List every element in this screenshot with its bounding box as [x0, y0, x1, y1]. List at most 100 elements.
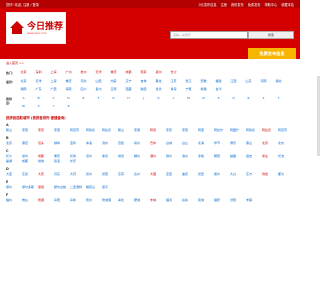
filter-link[interactable]: 安徽: [196, 78, 211, 86]
city-link[interactable]: 巴中: [150, 141, 166, 146]
filter-link[interactable]: 重庆: [61, 78, 76, 86]
city-link[interactable]: 北京: [262, 141, 278, 146]
filter-link[interactable]: 广东: [31, 86, 46, 94]
topbar-link[interactable]: 0元发布信息: [199, 2, 217, 7]
filter-link[interactable]: 甘肃: [151, 86, 166, 94]
city-link[interactable]: 德宏: [198, 172, 214, 177]
city-link[interactable]: 安庆: [38, 128, 54, 133]
city-link[interactable]: 阿拉善: [262, 128, 278, 133]
city-link[interactable]: 楚雄: [230, 154, 246, 159]
city-link[interactable]: 东方: [246, 172, 262, 177]
city-link[interactable]: 毕节: [214, 141, 230, 146]
city-link[interactable]: 阜新: [70, 198, 86, 203]
city-link[interactable]: 德阳: [102, 172, 118, 177]
city-link[interactable]: 恩施: [38, 185, 54, 190]
city-link[interactable]: 福州: [6, 198, 22, 203]
city-link[interactable]: 迪庆: [182, 172, 198, 177]
filter-link[interactable]: E: [76, 95, 91, 103]
filter-link[interactable]: 湖南: [16, 86, 31, 94]
city-link[interactable]: 巢湖: [6, 159, 22, 164]
city-link[interactable]: 德州: [86, 172, 102, 177]
city-link[interactable]: 亳州: [134, 141, 150, 146]
city-link[interactable]: 丰城: [150, 198, 166, 203]
city-link[interactable]: 安顺: [134, 128, 150, 133]
city-link[interactable]: 恩平: [102, 185, 118, 190]
city-link[interactable]: 保山: [246, 141, 262, 146]
filter-link[interactable]: 杭州: [76, 69, 91, 77]
city-link[interactable]: 儋州: [214, 172, 230, 177]
filter-link[interactable]: N: [196, 95, 211, 103]
city-link[interactable]: 丰镇: [246, 198, 262, 203]
filter-link[interactable]: 吉林: [136, 78, 151, 86]
city-link[interactable]: 北海: [198, 141, 214, 146]
filter-link[interactable]: 宁夏: [181, 86, 196, 94]
city-link[interactable]: 百色: [118, 141, 134, 146]
city-link[interactable]: 阿勒泰: [246, 128, 262, 133]
topbar-link[interactable]: 收藏本站: [281, 2, 294, 7]
city-link[interactable]: 抚顺: [38, 198, 54, 203]
city-link[interactable]: 扶余: [182, 198, 198, 203]
filter-link[interactable]: 台湾: [211, 86, 226, 94]
city-link[interactable]: 大理: [150, 172, 166, 177]
city-link[interactable]: 二连浩特: [70, 185, 86, 190]
city-link[interactable]: 安阳: [22, 128, 38, 133]
city-link[interactable]: 定西: [166, 172, 182, 177]
city-link[interactable]: 鄂州: [6, 185, 22, 190]
filter-link[interactable]: 天津: [91, 69, 106, 77]
filter-link[interactable]: J: [136, 95, 151, 103]
city-link[interactable]: 承德: [102, 154, 118, 159]
filter-link[interactable]: 新疆: [196, 86, 211, 94]
city-link[interactable]: 郴州: [134, 154, 150, 159]
city-link[interactable]: 鄂尔多斯: [22, 185, 38, 190]
filter-link[interactable]: 上海: [46, 69, 61, 77]
city-link[interactable]: 防城港: [102, 198, 118, 203]
city-link[interactable]: 阿图什: [230, 128, 246, 133]
filter-link[interactable]: 西藏: [121, 86, 136, 94]
city-link[interactable]: 慈溪: [54, 159, 70, 164]
city-link[interactable]: 大连: [6, 172, 22, 177]
filter-link[interactable]: 上海: [46, 78, 61, 86]
city-link[interactable]: 长乐: [70, 159, 86, 164]
filter-link[interactable]: 天津: [31, 78, 46, 86]
filter-link[interactable]: 云南: [106, 86, 121, 94]
filter-link[interactable]: P: [211, 95, 226, 103]
city-link[interactable]: 阿拉尔: [214, 128, 230, 133]
city-link[interactable]: 额尔古纳: [54, 185, 70, 190]
city-link[interactable]: 奉化: [118, 198, 134, 203]
filter-link[interactable]: 深圳: [31, 69, 46, 77]
city-link[interactable]: 汾阳: [230, 198, 246, 203]
city-link[interactable]: 肥城: [134, 198, 150, 203]
filter-link[interactable]: 四川: [76, 86, 91, 94]
filter-link[interactable]: 江苏: [166, 78, 181, 86]
filter-link[interactable]: H: [121, 95, 136, 103]
filter-link[interactable]: W: [16, 103, 31, 111]
city-link[interactable]: 鞍山: [6, 128, 22, 133]
search-button[interactable]: 搜索: [248, 31, 294, 39]
filter-link[interactable]: A: [16, 95, 31, 103]
welcome-text[interactable]: 您好! 欢迎, 注册 / 登录: [6, 2, 39, 7]
filter-link[interactable]: 郑州: [151, 69, 166, 77]
city-link[interactable]: 凤城: [198, 198, 214, 203]
filter-link[interactable]: 河南: [256, 78, 271, 86]
filter-link[interactable]: 海南: [61, 86, 76, 94]
filter-link[interactable]: Y: [46, 103, 61, 111]
city-link[interactable]: 白山: [182, 141, 198, 146]
city-link[interactable]: 达州: [134, 172, 150, 177]
city-link[interactable]: 抚州: [86, 198, 102, 203]
city-link[interactable]: 白城: [166, 141, 182, 146]
city-link[interactable]: 阿坝: [150, 128, 166, 133]
city-link[interactable]: 宝鸡: [70, 141, 86, 146]
topbar-link[interactable]: 我的发布: [231, 2, 244, 7]
city-link[interactable]: 安康: [54, 128, 70, 133]
city-link[interactable]: 东莞: [22, 172, 38, 177]
filter-link[interactable]: 辽宁: [121, 78, 136, 86]
filter-link[interactable]: 南京: [136, 69, 151, 77]
city-link[interactable]: 阿克苏: [278, 128, 294, 133]
city-link[interactable]: 北屯: [278, 141, 294, 146]
city-link[interactable]: 常熟: [38, 159, 54, 164]
filter-link[interactable]: G: [106, 95, 121, 103]
filter-link[interactable]: 广西: [46, 86, 61, 94]
filter-link[interactable]: D: [61, 95, 76, 103]
filter-link[interactable]: B: [31, 95, 46, 103]
city-link[interactable]: 本溪: [86, 141, 102, 146]
